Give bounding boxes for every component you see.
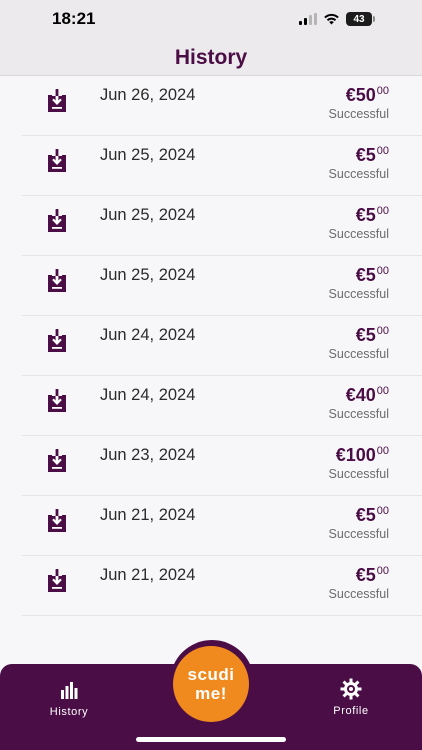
amount-cents: 00	[376, 445, 389, 457]
battery-icon: 43	[346, 12, 375, 26]
transaction-row[interactable]: Jun 24, 2024 €4000 Successful	[22, 376, 422, 436]
battery-level: 43	[353, 13, 365, 25]
amount-cents: 00	[376, 205, 389, 217]
transaction-status: Successful	[328, 587, 389, 601]
tab-history-label: History	[49, 706, 89, 718]
transaction-amount: €500	[356, 145, 389, 166]
transaction-amount: €500	[356, 325, 389, 346]
transaction-row[interactable]: Jun 26, 2024 €5000 Successful	[22, 76, 422, 136]
transaction-amount: €500	[356, 205, 389, 226]
fab-label-line2: me!	[195, 684, 227, 703]
amount-main: €5	[355, 325, 376, 345]
amount-cents: 00	[376, 505, 389, 517]
transaction-row[interactable]: Jun 21, 2024 €500 Successful	[22, 496, 422, 556]
transaction-status: Successful	[328, 167, 389, 181]
transaction-date: Jun 21, 2024	[100, 506, 196, 524]
transaction-status: Successful	[328, 107, 389, 121]
amount-main: €5	[355, 145, 376, 165]
amount-cents: 00	[376, 325, 389, 337]
transaction-date: Jun 24, 2024	[100, 326, 196, 344]
transaction-date: Jun 25, 2024	[100, 206, 196, 224]
status-bar: 18:21 43	[0, 0, 422, 40]
transaction-date: Jun 24, 2024	[100, 386, 196, 404]
bar-chart-icon	[61, 682, 78, 699]
transaction-date: Jun 25, 2024	[100, 266, 196, 284]
transaction-row[interactable]: Jun 25, 2024 €500 Successful	[22, 196, 422, 256]
transaction-date: Jun 25, 2024	[100, 146, 196, 164]
amount-cents: 00	[376, 565, 389, 577]
home-indicator	[136, 737, 286, 742]
download-icon[interactable]	[46, 569, 68, 593]
transaction-amount: €500	[356, 565, 389, 586]
transaction-status: Successful	[328, 527, 389, 541]
amount-main: €40	[345, 385, 376, 405]
status-icons: 43	[299, 12, 375, 26]
download-icon[interactable]	[46, 269, 68, 293]
transaction-date: Jun 23, 2024	[100, 446, 196, 464]
wifi-icon	[324, 13, 339, 25]
download-icon[interactable]	[46, 509, 68, 533]
amount-main: €5	[355, 205, 376, 225]
status-time: 18:21	[52, 9, 96, 28]
transaction-status: Successful	[328, 347, 389, 361]
transaction-amount: €500	[356, 505, 389, 526]
transaction-row[interactable]: Jun 24, 2024 €500 Successful	[22, 316, 422, 376]
transaction-status: Successful	[328, 227, 389, 241]
transaction-amount: €10000	[336, 445, 389, 466]
tab-profile-label: Profile	[333, 705, 369, 717]
amount-cents: 00	[376, 265, 389, 277]
transaction-amount: €4000	[346, 385, 389, 406]
amount-main: €5	[355, 565, 376, 585]
transaction-date: Jun 26, 2024	[100, 86, 196, 104]
download-icon[interactable]	[46, 209, 68, 233]
transaction-amount: €500	[356, 265, 389, 286]
amount-main: €5	[355, 265, 376, 285]
tab-profile[interactable]: Profile	[326, 678, 376, 717]
transaction-date: Jun 21, 2024	[100, 566, 196, 584]
transaction-status: Successful	[328, 287, 389, 301]
fab-label-line1: scudi	[187, 665, 235, 684]
transaction-status: Successful	[328, 407, 389, 421]
amount-main: €100	[335, 445, 376, 465]
download-icon[interactable]	[46, 389, 68, 413]
transaction-amount: €5000	[346, 85, 389, 106]
page-header: History	[0, 40, 422, 76]
download-icon[interactable]	[46, 329, 68, 353]
transaction-status: Successful	[328, 467, 389, 481]
transaction-row[interactable]: Jun 25, 2024 €500 Successful	[22, 136, 422, 196]
amount-main: €50	[345, 85, 376, 105]
amount-main: €5	[355, 505, 376, 525]
page-title: History	[174, 45, 248, 69]
transaction-row[interactable]: Jun 25, 2024 €500 Successful	[22, 256, 422, 316]
download-icon[interactable]	[46, 449, 68, 473]
cellular-signal-icon	[299, 13, 317, 25]
gear-icon	[340, 678, 362, 700]
transaction-row[interactable]: Jun 23, 2024 €10000 Successful	[22, 436, 422, 496]
download-icon[interactable]	[46, 149, 68, 173]
download-icon[interactable]	[46, 89, 68, 113]
tab-history[interactable]: History	[44, 680, 94, 718]
transaction-list: Jun 26, 2024 €5000 Successful Jun 25, 2024 €…	[0, 76, 422, 616]
scudi-me-button[interactable]: scudi me!	[173, 646, 249, 722]
amount-cents: 00	[376, 85, 389, 97]
amount-cents: 00	[376, 385, 389, 397]
amount-cents: 00	[376, 145, 389, 157]
transaction-row[interactable]: Jun 21, 2024 €500 Successful	[22, 556, 422, 616]
